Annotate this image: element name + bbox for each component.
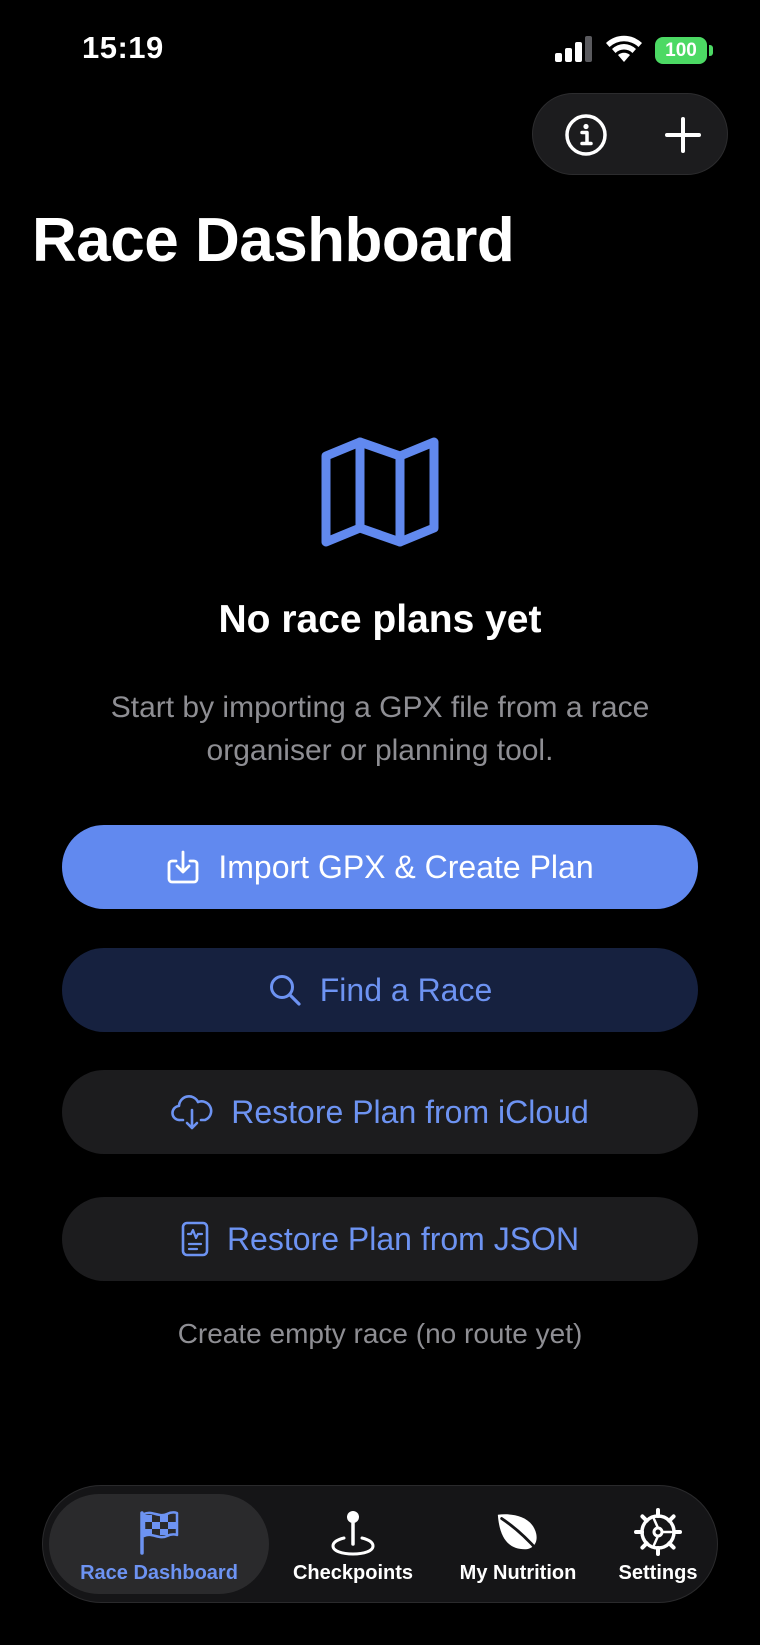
page-title: Race Dashboard xyxy=(32,206,515,275)
empty-state-title: No race plans yet xyxy=(218,598,542,641)
document-icon xyxy=(181,1221,209,1257)
checkered-flag-icon xyxy=(140,1511,179,1555)
restore-icloud-label: Restore Plan from iCloud xyxy=(231,1093,589,1130)
tab-bar: Race Dashboard Checkpoints My Nutrition xyxy=(42,1485,718,1603)
add-button[interactable] xyxy=(658,110,708,160)
battery-icon: 100 xyxy=(655,37,707,64)
tab-label: Race Dashboard xyxy=(80,1562,238,1584)
import-gpx-button[interactable]: Import GPX & Create Plan xyxy=(62,825,698,909)
restore-json-label: Restore Plan from JSON xyxy=(226,1220,580,1257)
status-bar: 15:19 100 xyxy=(0,0,760,100)
gear-icon xyxy=(634,1508,682,1556)
create-empty-race-link[interactable]: Create empty race (no route yet) xyxy=(0,1318,760,1350)
map-icon xyxy=(321,437,439,547)
tab-label: My Nutrition xyxy=(459,1562,577,1584)
tab-race-dashboard[interactable]: Race Dashboard xyxy=(49,1494,269,1594)
tab-checkpoints[interactable]: Checkpoints xyxy=(273,1494,433,1594)
find-race-label: Find a Race xyxy=(319,971,493,1008)
restore-json-button[interactable]: Restore Plan from JSON xyxy=(62,1197,698,1281)
info-circle-icon xyxy=(565,114,607,156)
info-button[interactable] xyxy=(561,110,611,160)
tab-my-nutrition[interactable]: My Nutrition xyxy=(433,1494,603,1594)
download-tray-icon xyxy=(167,850,199,884)
signal-icon xyxy=(555,36,592,62)
import-gpx-label: Import GPX & Create Plan xyxy=(218,848,594,885)
status-time: 15:19 xyxy=(82,30,164,65)
empty-state-description: Start by importing a GPX file from a rac… xyxy=(110,691,650,767)
search-icon xyxy=(269,975,301,1006)
battery-tip xyxy=(709,45,713,56)
cloud-download-icon xyxy=(171,1095,213,1130)
tab-label: Checkpoints xyxy=(292,1562,414,1584)
plus-icon xyxy=(665,117,701,153)
map-pin-icon xyxy=(331,1511,375,1556)
find-race-button[interactable]: Find a Race xyxy=(62,948,698,1032)
nav-button-group xyxy=(532,93,728,175)
wifi-icon xyxy=(606,35,642,62)
tab-settings[interactable]: Settings xyxy=(603,1494,713,1594)
restore-icloud-button[interactable]: Restore Plan from iCloud xyxy=(62,1070,698,1154)
leaf-icon xyxy=(497,1514,540,1553)
tab-label: Settings xyxy=(618,1562,698,1584)
